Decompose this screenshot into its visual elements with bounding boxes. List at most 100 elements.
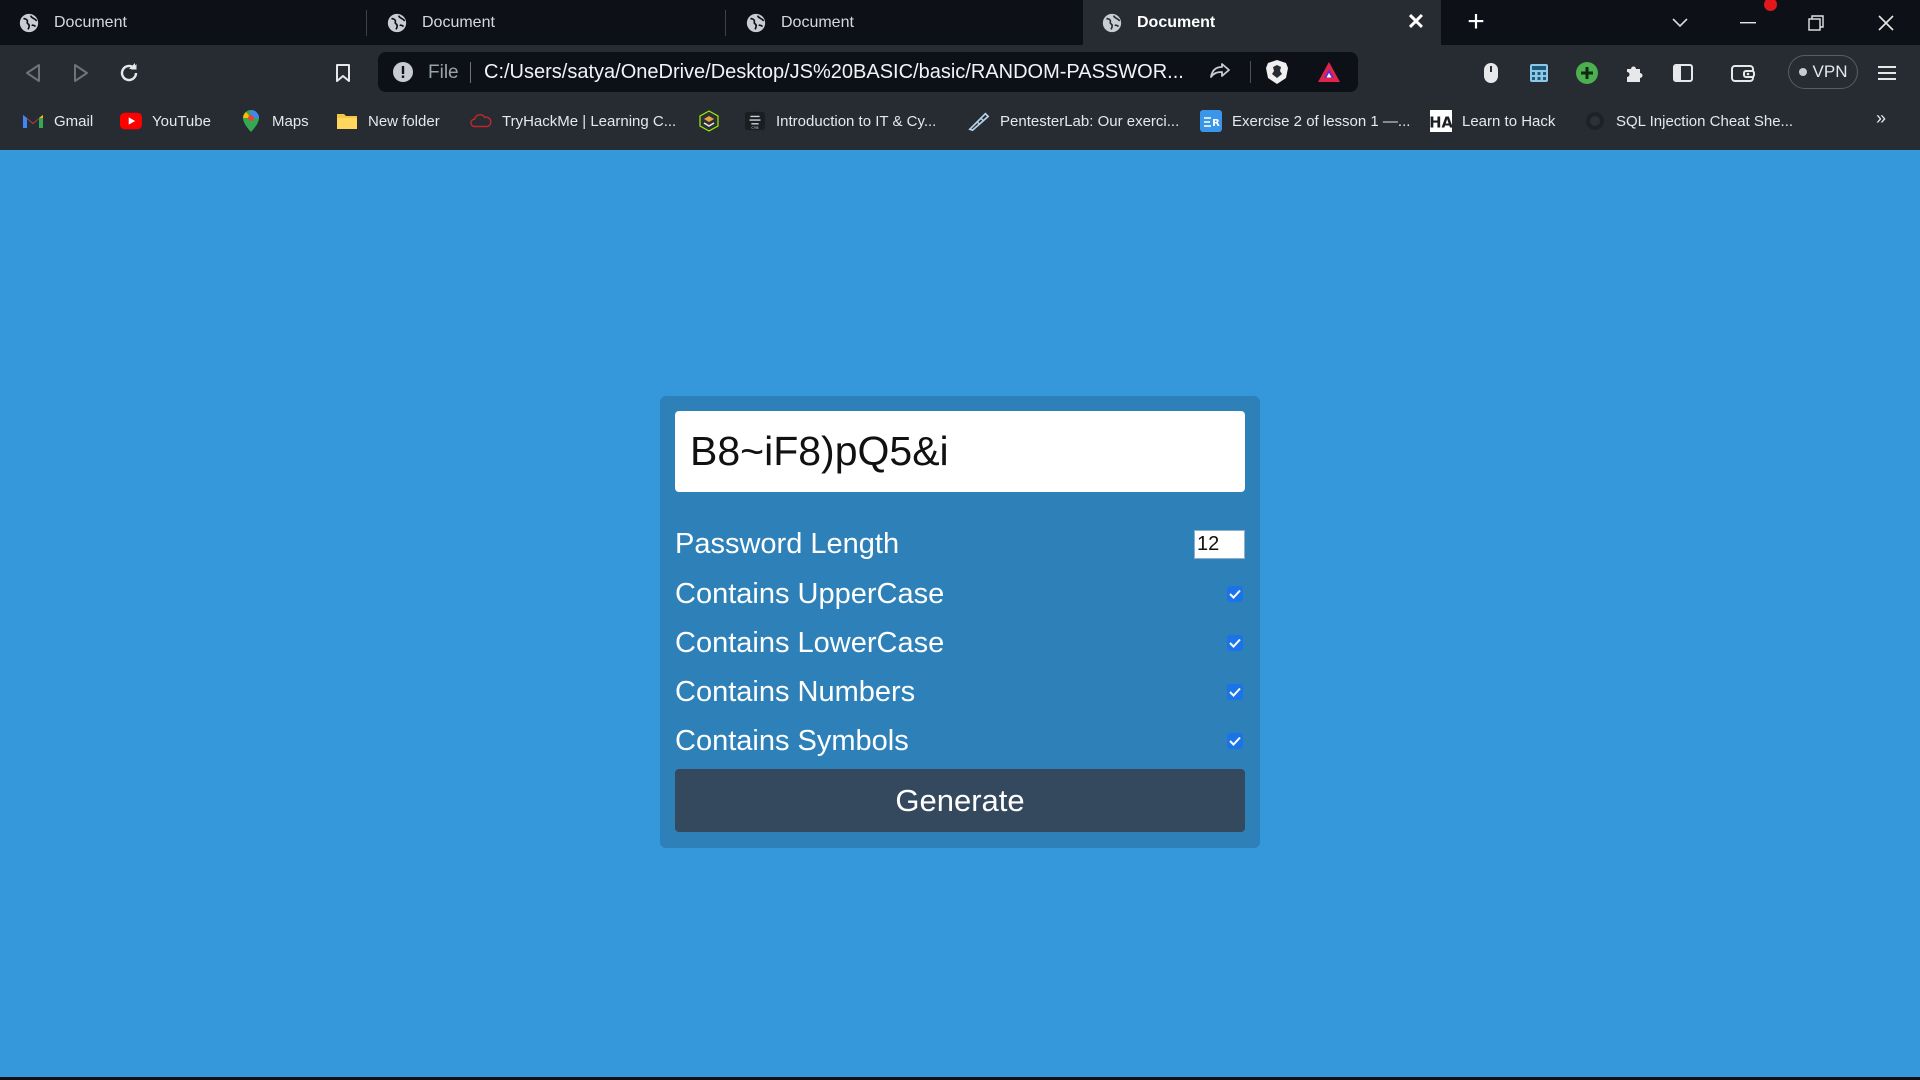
- tab-divider: [366, 10, 367, 36]
- back-button[interactable]: [18, 58, 48, 88]
- menu-icon[interactable]: [1872, 58, 1902, 88]
- bookmarks-bar: Gmail YouTube Maps New folder TryHackMe …: [0, 100, 1920, 150]
- sidebar-toggle-icon[interactable]: [1668, 58, 1698, 88]
- globe-icon: [19, 13, 39, 32]
- vpn-button[interactable]: VPN: [1788, 55, 1858, 89]
- option-symbols-row: Contains Symbols: [675, 721, 1245, 761]
- bookmark-sql-injection[interactable]: SQL Injection Cheat She...: [1584, 100, 1793, 142]
- bookmark-label: Maps: [272, 112, 309, 130]
- chevron-more-icon[interactable]: »: [1876, 108, 1886, 129]
- generate-button[interactable]: Generate: [675, 769, 1245, 832]
- length-input[interactable]: 12: [1194, 529, 1245, 559]
- bookmark-label: Gmail: [54, 112, 94, 130]
- divider: [470, 62, 471, 83]
- bookmark-tryhackme[interactable]: TryHackMe | Learning C...: [470, 100, 676, 142]
- tab-document-2[interactable]: Document: [368, 0, 726, 45]
- plus-extension-icon[interactable]: [1572, 58, 1602, 88]
- divider: [1250, 61, 1251, 83]
- length-label: Password Length: [675, 527, 900, 560]
- bookmark-hackthebox[interactable]: [698, 100, 730, 142]
- address-bar[interactable]: File C:/Users/satya/OneDrive/Desktop/JS%…: [378, 52, 1358, 92]
- password-generator-card: B8~iF8)pQ5&i Password Length 12 Contains…: [660, 396, 1260, 848]
- svg-text:R: R: [1212, 118, 1220, 129]
- tab-strip: Document Document Document Document ✕ +: [0, 0, 1920, 45]
- bookmark-intro-it[interactable]: CYB Introduction to IT & Cy...: [744, 100, 936, 142]
- close-window-button[interactable]: [1858, 0, 1914, 45]
- bookmark-label: YouTube: [152, 112, 211, 130]
- calculator-extension-icon[interactable]: [1524, 58, 1554, 88]
- bookmark-label: Learn to Hack: [1462, 112, 1556, 130]
- bookmark-label: Introduction to IT & Cy...: [776, 112, 937, 130]
- tab-document-active[interactable]: Document ✕: [1083, 0, 1441, 45]
- bookmark-icon[interactable]: [328, 58, 358, 88]
- option-label: Contains LowerCase: [675, 626, 945, 659]
- forward-button[interactable]: [66, 58, 96, 88]
- symbols-checkbox[interactable]: [1227, 733, 1243, 749]
- bookmark-label: PentesterLab: Our exerci...: [1000, 112, 1180, 130]
- bookmark-new-folder[interactable]: New folder: [336, 100, 440, 142]
- bookmark-gmail[interactable]: Gmail: [22, 100, 93, 142]
- option-label: Contains Symbols: [675, 724, 909, 757]
- tab-document-1[interactable]: Document: [0, 0, 358, 45]
- bookmark-label: TryHackMe | Learning C...: [502, 112, 677, 130]
- pentesterlab-icon: [968, 110, 990, 132]
- hackthebox-icon: [698, 110, 720, 132]
- checkmark-icon: [1229, 638, 1241, 648]
- option-label: Contains UpperCase: [675, 577, 945, 610]
- maps-icon: [240, 110, 262, 132]
- brave-rewards-icon[interactable]: [1316, 60, 1342, 84]
- bookmark-label: New folder: [368, 112, 440, 130]
- option-numbers-row: Contains Numbers: [675, 672, 1245, 712]
- mouse-extension-icon[interactable]: [1476, 58, 1506, 88]
- checkmark-icon: [1229, 687, 1241, 697]
- extensions-puzzle-icon[interactable]: [1620, 58, 1650, 88]
- scheme-label: File: [428, 62, 459, 83]
- new-tab-button[interactable]: +: [1460, 7, 1492, 39]
- tab-title: Document: [1137, 13, 1216, 31]
- restore-button[interactable]: [1788, 0, 1844, 45]
- bookmark-pentesterlab[interactable]: PentesterLab: Our exerci...: [968, 100, 1179, 142]
- vpn-label: VPN: [1812, 62, 1848, 81]
- bookmark-learn-to-hack[interactable]: HA Learn to Hack: [1430, 100, 1555, 142]
- tab-search-icon[interactable]: [1652, 0, 1708, 45]
- checkmark-icon: [1229, 736, 1241, 746]
- option-uppercase-row: Contains UpperCase: [675, 574, 1245, 614]
- bookmark-label: Exercise 2 of lesson 1 —...: [1232, 112, 1411, 130]
- option-lowercase-row: Contains LowerCase: [675, 623, 1245, 663]
- bookmark-youtube[interactable]: YouTube: [120, 100, 211, 142]
- svg-text:CYB: CYB: [751, 126, 759, 130]
- tryhackme-icon: [470, 110, 492, 132]
- option-label: Contains Numbers: [675, 675, 916, 708]
- close-tab-icon[interactable]: ✕: [1405, 9, 1427, 34]
- bookmark-maps[interactable]: Maps: [240, 100, 309, 142]
- globe-icon: [746, 13, 766, 32]
- exercise-icon: R: [1200, 110, 1222, 132]
- lowercase-checkbox[interactable]: [1227, 635, 1243, 651]
- tab-title: Document: [54, 13, 127, 31]
- bookmark-label: SQL Injection Cheat She...: [1616, 112, 1794, 130]
- bookmark-exercise[interactable]: R Exercise 2 of lesson 1 —...: [1200, 100, 1410, 142]
- vpn-status-dot: [1798, 68, 1807, 76]
- checkmark-icon: [1229, 589, 1241, 599]
- length-row: Password Length 12: [675, 524, 1245, 564]
- browser-toolbar: File C:/Users/satya/OneDrive/Desktop/JS%…: [0, 45, 1920, 100]
- numbers-checkbox[interactable]: [1227, 684, 1243, 700]
- hackeracademy-icon: HA: [1430, 110, 1452, 132]
- share-icon[interactable]: [1208, 60, 1232, 84]
- reload-button[interactable]: [114, 58, 144, 88]
- folder-icon: [336, 110, 358, 132]
- brave-shields-icon[interactable]: [1264, 58, 1290, 86]
- tab-title: Document: [422, 13, 495, 31]
- uppercase-checkbox[interactable]: [1227, 586, 1243, 602]
- url-text[interactable]: C:/Users/satya/OneDrive/Desktop/JS%20BAS…: [484, 61, 1184, 84]
- tab-divider: [725, 10, 726, 36]
- tab-document-3[interactable]: Document: [727, 0, 1085, 45]
- course-icon: CYB: [744, 110, 766, 132]
- password-output[interactable]: B8~iF8)pQ5&i: [675, 411, 1245, 492]
- tab-title: Document: [781, 13, 854, 31]
- gmail-icon: [22, 110, 44, 132]
- globe-icon: [387, 13, 407, 32]
- globe-icon: [1102, 13, 1122, 32]
- info-icon[interactable]: [392, 61, 414, 83]
- wallet-icon[interactable]: [1728, 58, 1758, 88]
